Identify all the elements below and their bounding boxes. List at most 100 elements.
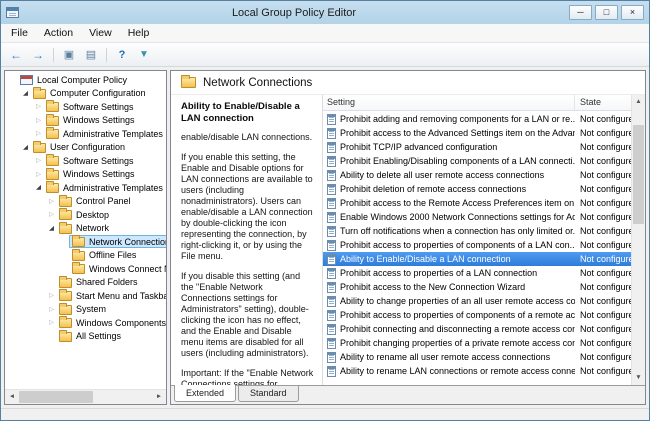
menu-view[interactable]: View (81, 25, 120, 41)
tree-node[interactable]: Shared Folders (56, 275, 142, 289)
setting-row[interactable]: Ability to Enable/Disable a LAN connecti… (323, 252, 631, 266)
setting-row[interactable]: Prohibit Enabling/Disabling components o… (323, 154, 631, 168)
tree-horizontal-scrollbar[interactable]: ◄ ► (5, 389, 166, 404)
scrollbar-thumb[interactable] (633, 124, 644, 225)
expander-icon[interactable] (47, 208, 56, 221)
scroll-right-icon[interactable]: ► (152, 390, 166, 404)
setting-row[interactable]: Ability to rename all user remote access… (323, 350, 631, 364)
scrollbar-thumb[interactable] (19, 391, 94, 403)
tree-node[interactable]: Network (56, 221, 113, 235)
setting-row[interactable]: Prohibit access to properties of a LAN c… (323, 266, 631, 280)
tree-item[interactable]: Control Panel (5, 194, 166, 209)
expander-icon[interactable] (34, 168, 43, 181)
expander-icon[interactable] (47, 195, 56, 208)
expander-icon[interactable] (21, 87, 30, 100)
setting-row[interactable]: Ability to rename LAN connections or rem… (323, 364, 631, 378)
setting-row[interactable]: Ability to delete all user remote access… (323, 168, 631, 182)
setting-row[interactable]: Prohibit connecting and disconnecting a … (323, 322, 631, 336)
expander-icon[interactable] (34, 100, 43, 113)
tree-item[interactable]: Windows Components (5, 316, 166, 330)
close-button[interactable]: × (621, 5, 644, 20)
scroll-left-icon[interactable]: ◄ (5, 390, 19, 404)
expander-icon[interactable] (34, 114, 43, 127)
tree-node[interactable]: Local Computer Policy (17, 73, 131, 86)
tree-item[interactable]: Desktop (5, 208, 166, 222)
filter-icon[interactable]: ▼ (134, 46, 154, 64)
setting-row[interactable]: Prohibit access to properties of compone… (323, 308, 631, 322)
tree-node[interactable]: Windows Settings (43, 113, 139, 127)
setting-row[interactable]: Prohibit access to the New Connection Wi… (323, 280, 631, 294)
expander-icon[interactable] (47, 303, 56, 316)
tree-item[interactable]: Windows Settings (5, 113, 166, 128)
tree-node[interactable]: All Settings (56, 329, 125, 343)
tree-item[interactable]: User Configuration (5, 140, 166, 155)
tree-node[interactable]: Network Connections (69, 235, 166, 249)
tree-item[interactable]: Shared Folders (5, 275, 166, 290)
maximize-button[interactable]: □ (595, 5, 618, 20)
minimize-button[interactable]: ─ (569, 5, 592, 20)
tree-item[interactable]: Administrative Templates (5, 127, 166, 141)
expander-icon[interactable] (47, 289, 56, 302)
tree-item[interactable]: Start Menu and Taskbar (5, 289, 166, 303)
column-header-state[interactable]: State (575, 95, 631, 110)
tree-item[interactable]: Local Computer Policy (5, 73, 166, 87)
tree-item[interactable]: Windows Connect Now (5, 262, 166, 276)
tree-node[interactable]: Administrative Templates (43, 181, 166, 194)
back-icon[interactable]: ← (6, 46, 26, 64)
setting-row[interactable]: Prohibit access to the Advanced Settings… (323, 126, 631, 140)
menu-action[interactable]: Action (36, 25, 81, 41)
tree-node[interactable]: Offline Files (69, 248, 140, 262)
setting-row[interactable]: Ability to change properties of an all u… (323, 294, 631, 308)
setting-row[interactable]: Prohibit adding and removing components … (323, 112, 631, 126)
scroll-down-icon[interactable]: ▼ (632, 371, 645, 385)
scrollbar-track[interactable] (632, 109, 645, 371)
column-header-setting[interactable]: Setting (323, 95, 575, 110)
tree-node[interactable]: Administrative Templates (43, 127, 166, 140)
tree-item[interactable]: Network Connections (5, 235, 166, 249)
title-bar[interactable]: Local Group Policy Editor ─ □ × (1, 1, 649, 24)
tree-node[interactable]: Software Settings (43, 100, 138, 113)
setting-row[interactable]: Prohibit access to properties of compone… (323, 238, 631, 252)
tree-node[interactable]: Control Panel (56, 194, 135, 208)
setting-row[interactable]: Prohibit TCP/IP advanced configuration N… (323, 140, 631, 154)
expander-icon[interactable] (34, 127, 43, 140)
scrollbar-track[interactable] (19, 390, 152, 404)
tree-node[interactable]: Start Menu and Taskbar (56, 289, 166, 302)
tree-node[interactable]: Windows Connect Now (69, 262, 166, 275)
expander-icon[interactable] (21, 141, 30, 154)
tree-node[interactable]: User Configuration (30, 140, 129, 154)
tab-standard[interactable]: Standard (238, 386, 299, 402)
tree-item[interactable]: Software Settings (5, 100, 166, 114)
tree-node[interactable]: Computer Configuration (30, 86, 150, 100)
list-vertical-scrollbar[interactable]: ▲ ▼ (631, 95, 645, 385)
help-icon[interactable]: ? (112, 46, 132, 64)
tree-item[interactable]: System (5, 302, 166, 317)
setting-row[interactable]: Prohibit access to the Remote Access Pre… (323, 196, 631, 210)
setting-row[interactable]: Turn off notifications when a connection… (323, 224, 631, 238)
tree-node[interactable]: System (56, 302, 110, 316)
tree-item[interactable]: Software Settings (5, 154, 166, 168)
tree-item[interactable]: Computer Configuration (5, 86, 166, 101)
tree-node[interactable]: Software Settings (43, 154, 138, 167)
tree-node[interactable]: Windows Components (56, 316, 166, 329)
tab-extended[interactable]: Extended (174, 385, 237, 402)
tree-item[interactable]: Windows Settings (5, 167, 166, 182)
show-console-tree-icon[interactable]: ▣ (59, 46, 79, 64)
scroll-up-icon[interactable]: ▲ (632, 95, 645, 109)
setting-row[interactable]: Prohibit deletion of remote access conne… (323, 182, 631, 196)
tree-item[interactable]: All Settings (5, 329, 166, 344)
tree-item[interactable]: Network (5, 221, 166, 236)
setting-row[interactable]: Enable Windows 2000 Network Connections … (323, 210, 631, 224)
setting-row[interactable]: Prohibit changing properties of a privat… (323, 336, 631, 350)
tree-node[interactable]: Desktop (56, 208, 113, 221)
expander-icon[interactable] (47, 316, 56, 329)
expander-icon[interactable] (34, 181, 43, 194)
expander-icon[interactable] (47, 222, 56, 235)
tree-item[interactable]: Offline Files (5, 248, 166, 263)
menu-file[interactable]: File (3, 25, 36, 41)
tree-node[interactable]: Windows Settings (43, 167, 139, 181)
tree-item[interactable]: Administrative Templates (5, 181, 166, 195)
export-list-icon[interactable]: ▤ (81, 46, 101, 64)
menu-help[interactable]: Help (120, 25, 158, 41)
expander-icon[interactable] (34, 154, 43, 167)
